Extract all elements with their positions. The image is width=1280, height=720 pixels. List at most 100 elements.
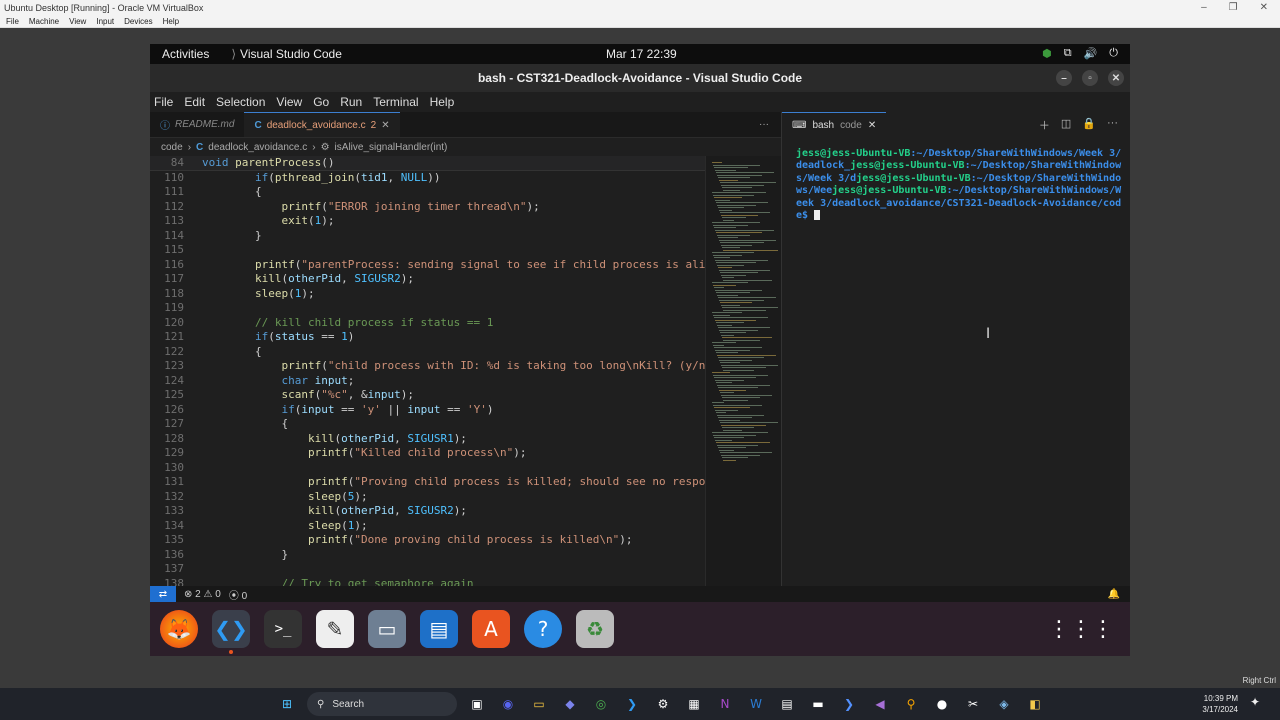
menu-edit[interactable]: Edit — [184, 95, 205, 109]
sticky-scroll-line[interactable]: 84 void parentProcess() — [150, 156, 705, 171]
more-actions-icon[interactable]: ··· — [759, 112, 781, 137]
code-row[interactable]: 126 if(input == 'y' || input == 'Y') — [150, 403, 705, 418]
tab-deadlock-avoidance[interactable]: C deadlock_avoidance.c 2 ✕ — [244, 112, 400, 137]
search-app-icon[interactable]: ⚲ — [900, 693, 922, 715]
code-row[interactable]: 119 — [150, 301, 705, 316]
powershell-icon[interactable]: ❯ — [838, 693, 860, 715]
minimize-icon[interactable]: – — [1201, 2, 1207, 13]
code-row[interactable]: 125 scanf("%c", &input); — [150, 388, 705, 403]
chrome-icon[interactable]: ◎ — [590, 693, 612, 715]
writer-icon[interactable]: ▤ — [420, 610, 458, 648]
start-icon[interactable]: ⊞ — [276, 693, 298, 715]
menu-file[interactable]: File — [154, 95, 173, 109]
discord-icon[interactable]: ◉ — [497, 693, 519, 715]
trash-icon[interactable]: ♻ — [576, 610, 614, 648]
file-explorer-icon[interactable]: ▭ — [528, 693, 550, 715]
python-icon[interactable]: ◧ — [1024, 693, 1046, 715]
code-row[interactable]: 112 printf("ERROR joining timer thread\n… — [150, 200, 705, 215]
code-row[interactable]: 121 if(status == 1) — [150, 330, 705, 345]
task-view-icon[interactable]: ▣ — [466, 693, 488, 715]
code-row[interactable]: 120 // kill child process if status == 1 — [150, 316, 705, 331]
code-row[interactable]: 134 sleep(1); — [150, 519, 705, 534]
code-row[interactable]: 117 kill(otherPid, SIGUSR2); — [150, 272, 705, 287]
code-row[interactable]: 127 { — [150, 417, 705, 432]
tab-readme[interactable]: ⓘ README.md — [150, 112, 244, 137]
app-center-icon[interactable]: A — [472, 610, 510, 648]
code-row[interactable]: 129 printf("Killed child process\n"); — [150, 446, 705, 461]
window-close-icon[interactable]: ✕ — [1108, 70, 1124, 86]
snipping-icon[interactable]: ✂ — [962, 693, 984, 715]
vbox-menu-file[interactable]: File — [6, 17, 19, 26]
taskbar-clock[interactable]: 10:39 PM 3/17/2024 — [1202, 693, 1238, 715]
vbox-menu-devices[interactable]: Devices — [124, 17, 152, 26]
ports-indicator[interactable]: ⦿ 0 — [229, 587, 247, 602]
system-tray[interactable]: ⬢ ⧉ 🔊 ⏻ — [1042, 47, 1118, 60]
code-row[interactable]: 122 { — [150, 345, 705, 360]
firefox-icon[interactable]: 🦊 — [160, 610, 198, 648]
terminal-close-icon[interactable]: ✕ — [868, 120, 876, 131]
word-icon[interactable]: W — [745, 693, 767, 715]
new-terminal-icon[interactable]: ＋ — [1039, 117, 1050, 133]
menu-selection[interactable]: Selection — [216, 95, 265, 109]
code-row[interactable]: 116 printf("parentProcess: sending signa… — [150, 258, 705, 273]
close-icon[interactable]: ✕ — [1260, 2, 1268, 13]
notepad-icon[interactable]: ▤ — [776, 693, 798, 715]
text-editor-icon[interactable]: ✎ — [316, 610, 354, 648]
code-row[interactable]: 115 — [150, 243, 705, 258]
visual-studio-icon[interactable]: ◀ — [869, 693, 891, 715]
code-row[interactable]: 110 if(pthread_join(tid1, NULL)) — [150, 171, 705, 186]
problems-indicator[interactable]: ⊗ 2 ⚠ 0 — [184, 589, 221, 600]
menu-view[interactable]: View — [276, 95, 302, 109]
terminal-tab[interactable]: ⌨ bash code ✕ — [782, 112, 887, 138]
window-minimize-icon[interactable]: – — [1056, 70, 1072, 86]
more-actions-icon[interactable]: ··· — [1107, 117, 1118, 133]
code-row[interactable]: 135 printf("Done proving child process i… — [150, 533, 705, 548]
menu-run[interactable]: Run — [340, 95, 362, 109]
virtualbox-icon[interactable]: ◈ — [993, 693, 1015, 715]
activities-button[interactable]: Activities — [150, 47, 221, 61]
vbox-menu-view[interactable]: View — [69, 17, 86, 26]
code-row[interactable]: 132 sleep(5); — [150, 490, 705, 505]
code-row[interactable]: 130 — [150, 461, 705, 476]
vbox-menu-machine[interactable]: Machine — [29, 17, 59, 26]
github-icon[interactable]: ● — [931, 693, 953, 715]
files-icon[interactable]: ▭ — [368, 610, 406, 648]
vbox-menu-help[interactable]: Help — [163, 17, 179, 26]
onenote-icon[interactable]: N — [714, 693, 736, 715]
breadcrumb-file[interactable]: deadlock_avoidance.c — [208, 142, 307, 153]
menu-terminal[interactable]: Terminal — [373, 95, 418, 109]
taskbar-search[interactable]: ⚲ Search — [307, 692, 457, 716]
remote-indicator-icon[interactable]: ⇄ — [150, 586, 176, 602]
vscode-dock-icon[interactable]: ❮❯ — [212, 610, 250, 654]
code-row[interactable]: 111 { — [150, 185, 705, 200]
breadcrumb-folder[interactable]: code — [161, 142, 183, 153]
settings-icon[interactable]: ⚙ — [652, 693, 674, 715]
menu-go[interactable]: Go — [313, 95, 329, 109]
code-row[interactable]: 118 sleep(1); — [150, 287, 705, 302]
show-apps-grid-icon[interactable]: ⋮⋮⋮ — [1048, 617, 1114, 642]
help-icon[interactable]: ? — [524, 610, 562, 648]
notification-icon[interactable]: ✦ — [1250, 695, 1268, 713]
lock-icon[interactable]: 🔒 — [1082, 117, 1096, 133]
code-row[interactable]: 128 kill(otherPid, SIGUSR1); — [150, 432, 705, 447]
code-row[interactable]: 123 printf("child process with ID: %d is… — [150, 359, 705, 374]
code-row[interactable]: 131 printf("Proving child process is kil… — [150, 475, 705, 490]
terminal-dock-icon[interactable]: >_ — [264, 610, 302, 648]
terminal-taskbar-icon[interactable]: ▬ — [807, 693, 829, 715]
menu-help[interactable]: Help — [430, 95, 455, 109]
vscode-taskbar-icon[interactable]: ❯ — [621, 693, 643, 715]
code-row[interactable]: 113 exit(1); — [150, 214, 705, 229]
gnome-clock[interactable]: Mar 17 22:39 — [606, 47, 677, 61]
breadcrumb-symbol[interactable]: isAlive_signalHandler(int) — [335, 142, 448, 153]
teams-icon[interactable]: ◆ — [559, 693, 581, 715]
app-menu[interactable]: ⟩ Visual Studio Code — [221, 47, 342, 61]
split-editor-icon[interactable]: ◫ — [1061, 117, 1071, 133]
terminal-output[interactable]: jess@jess-Ubuntu-VB:~/Desktop/ShareWithW… — [782, 138, 1130, 586]
restore-icon[interactable]: ❐ — [1229, 2, 1238, 13]
bell-icon[interactable]: 🔔 — [1108, 589, 1130, 600]
vbox-menu-input[interactable]: Input — [96, 17, 114, 26]
minimap[interactable] — [705, 156, 781, 586]
code-editor[interactable]: 84 void parentProcess() 110 if(pthread_j… — [150, 156, 705, 586]
window-maximize-icon[interactable]: ▫ — [1082, 70, 1098, 86]
calculator-icon[interactable]: ▦ — [683, 693, 705, 715]
